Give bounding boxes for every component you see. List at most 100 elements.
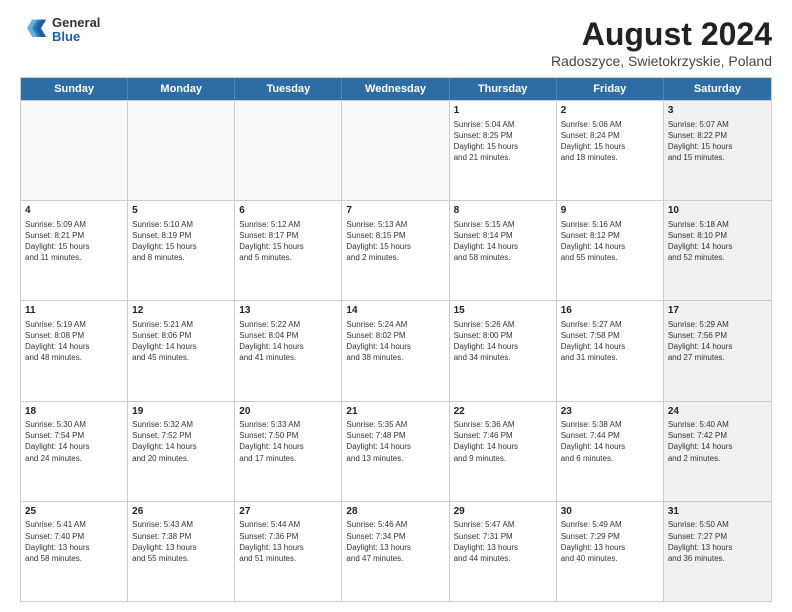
header-day-saturday: Saturday: [664, 78, 771, 100]
cal-cell-8: 8Sunrise: 5:15 AM Sunset: 8:14 PM Daylig…: [450, 201, 557, 300]
cal-cell-27: 27Sunrise: 5:44 AM Sunset: 7:36 PM Dayli…: [235, 502, 342, 601]
logo-line2: Blue: [52, 30, 100, 44]
cal-cell-28: 28Sunrise: 5:46 AM Sunset: 7:34 PM Dayli…: [342, 502, 449, 601]
cal-cell-2: 2Sunrise: 5:06 AM Sunset: 8:24 PM Daylig…: [557, 101, 664, 200]
cal-cell-17: 17Sunrise: 5:29 AM Sunset: 7:56 PM Dayli…: [664, 301, 771, 400]
header-day-monday: Monday: [128, 78, 235, 100]
day-info: Sunrise: 5:38 AM Sunset: 7:44 PM Dayligh…: [561, 419, 659, 464]
day-info: Sunrise: 5:10 AM Sunset: 8:19 PM Dayligh…: [132, 219, 230, 264]
day-number: 19: [132, 405, 230, 419]
cal-cell-1: 1Sunrise: 5:04 AM Sunset: 8:25 PM Daylig…: [450, 101, 557, 200]
day-number: 13: [239, 304, 337, 318]
cal-cell-14: 14Sunrise: 5:24 AM Sunset: 8:02 PM Dayli…: [342, 301, 449, 400]
day-number: 11: [25, 304, 123, 318]
day-info: Sunrise: 5:36 AM Sunset: 7:46 PM Dayligh…: [454, 419, 552, 464]
day-number: 25: [25, 505, 123, 519]
day-number: 12: [132, 304, 230, 318]
day-info: Sunrise: 5:27 AM Sunset: 7:58 PM Dayligh…: [561, 319, 659, 364]
cal-cell-13: 13Sunrise: 5:22 AM Sunset: 8:04 PM Dayli…: [235, 301, 342, 400]
day-number: 28: [346, 505, 444, 519]
cal-cell-empty-0-1: [128, 101, 235, 200]
day-info: Sunrise: 5:46 AM Sunset: 7:34 PM Dayligh…: [346, 519, 444, 564]
day-number: 17: [668, 304, 767, 318]
day-info: Sunrise: 5:33 AM Sunset: 7:50 PM Dayligh…: [239, 419, 337, 464]
day-number: 9: [561, 204, 659, 218]
header-day-friday: Friday: [557, 78, 664, 100]
cal-cell-31: 31Sunrise: 5:50 AM Sunset: 7:27 PM Dayli…: [664, 502, 771, 601]
day-number: 15: [454, 304, 552, 318]
day-info: Sunrise: 5:04 AM Sunset: 8:25 PM Dayligh…: [454, 119, 552, 164]
cal-cell-20: 20Sunrise: 5:33 AM Sunset: 7:50 PM Dayli…: [235, 402, 342, 501]
day-info: Sunrise: 5:06 AM Sunset: 8:24 PM Dayligh…: [561, 119, 659, 164]
cal-cell-19: 19Sunrise: 5:32 AM Sunset: 7:52 PM Dayli…: [128, 402, 235, 501]
cal-cell-empty-0-2: [235, 101, 342, 200]
cal-cell-24: 24Sunrise: 5:40 AM Sunset: 7:42 PM Dayli…: [664, 402, 771, 501]
header: General Blue August 2024 Radoszyce, Swie…: [20, 16, 772, 69]
day-number: 27: [239, 505, 337, 519]
calendar-row-3: 18Sunrise: 5:30 AM Sunset: 7:54 PM Dayli…: [21, 401, 771, 501]
cal-cell-9: 9Sunrise: 5:16 AM Sunset: 8:12 PM Daylig…: [557, 201, 664, 300]
logo: General Blue: [20, 16, 100, 45]
logo-line1: General: [52, 16, 100, 30]
day-number: 7: [346, 204, 444, 218]
day-number: 23: [561, 405, 659, 419]
cal-cell-11: 11Sunrise: 5:19 AM Sunset: 8:08 PM Dayli…: [21, 301, 128, 400]
day-number: 22: [454, 405, 552, 419]
title-block: August 2024 Radoszyce, Swietokrzyskie, P…: [551, 16, 772, 69]
day-number: 21: [346, 405, 444, 419]
cal-cell-7: 7Sunrise: 5:13 AM Sunset: 8:15 PM Daylig…: [342, 201, 449, 300]
day-info: Sunrise: 5:19 AM Sunset: 8:08 PM Dayligh…: [25, 319, 123, 364]
day-info: Sunrise: 5:41 AM Sunset: 7:40 PM Dayligh…: [25, 519, 123, 564]
day-info: Sunrise: 5:07 AM Sunset: 8:22 PM Dayligh…: [668, 119, 767, 164]
day-info: Sunrise: 5:22 AM Sunset: 8:04 PM Dayligh…: [239, 319, 337, 364]
day-number: 6: [239, 204, 337, 218]
calendar-header: SundayMondayTuesdayWednesdayThursdayFrid…: [21, 78, 771, 100]
day-number: 29: [454, 505, 552, 519]
cal-cell-10: 10Sunrise: 5:18 AM Sunset: 8:10 PM Dayli…: [664, 201, 771, 300]
cal-cell-3: 3Sunrise: 5:07 AM Sunset: 8:22 PM Daylig…: [664, 101, 771, 200]
cal-cell-21: 21Sunrise: 5:35 AM Sunset: 7:48 PM Dayli…: [342, 402, 449, 501]
day-info: Sunrise: 5:30 AM Sunset: 7:54 PM Dayligh…: [25, 419, 123, 464]
day-number: 18: [25, 405, 123, 419]
day-number: 3: [668, 104, 767, 118]
page: General Blue August 2024 Radoszyce, Swie…: [0, 0, 792, 612]
calendar-body: 1Sunrise: 5:04 AM Sunset: 8:25 PM Daylig…: [21, 100, 771, 601]
cal-cell-empty-0-3: [342, 101, 449, 200]
calendar-row-0: 1Sunrise: 5:04 AM Sunset: 8:25 PM Daylig…: [21, 100, 771, 200]
cal-cell-15: 15Sunrise: 5:26 AM Sunset: 8:00 PM Dayli…: [450, 301, 557, 400]
day-info: Sunrise: 5:24 AM Sunset: 8:02 PM Dayligh…: [346, 319, 444, 364]
cal-cell-4: 4Sunrise: 5:09 AM Sunset: 8:21 PM Daylig…: [21, 201, 128, 300]
day-info: Sunrise: 5:50 AM Sunset: 7:27 PM Dayligh…: [668, 519, 767, 564]
cal-cell-6: 6Sunrise: 5:12 AM Sunset: 8:17 PM Daylig…: [235, 201, 342, 300]
day-number: 10: [668, 204, 767, 218]
cal-cell-22: 22Sunrise: 5:36 AM Sunset: 7:46 PM Dayli…: [450, 402, 557, 501]
cal-cell-23: 23Sunrise: 5:38 AM Sunset: 7:44 PM Dayli…: [557, 402, 664, 501]
day-info: Sunrise: 5:40 AM Sunset: 7:42 PM Dayligh…: [668, 419, 767, 464]
subtitle: Radoszyce, Swietokrzyskie, Poland: [551, 53, 772, 69]
header-day-tuesday: Tuesday: [235, 78, 342, 100]
day-info: Sunrise: 5:13 AM Sunset: 8:15 PM Dayligh…: [346, 219, 444, 264]
day-info: Sunrise: 5:09 AM Sunset: 8:21 PM Dayligh…: [25, 219, 123, 264]
day-info: Sunrise: 5:49 AM Sunset: 7:29 PM Dayligh…: [561, 519, 659, 564]
day-number: 8: [454, 204, 552, 218]
day-info: Sunrise: 5:43 AM Sunset: 7:38 PM Dayligh…: [132, 519, 230, 564]
cal-cell-25: 25Sunrise: 5:41 AM Sunset: 7:40 PM Dayli…: [21, 502, 128, 601]
calendar-row-1: 4Sunrise: 5:09 AM Sunset: 8:21 PM Daylig…: [21, 200, 771, 300]
day-number: 16: [561, 304, 659, 318]
day-info: Sunrise: 5:16 AM Sunset: 8:12 PM Dayligh…: [561, 219, 659, 264]
header-day-thursday: Thursday: [450, 78, 557, 100]
main-title: August 2024: [551, 16, 772, 53]
header-day-wednesday: Wednesday: [342, 78, 449, 100]
day-info: Sunrise: 5:44 AM Sunset: 7:36 PM Dayligh…: [239, 519, 337, 564]
cal-cell-16: 16Sunrise: 5:27 AM Sunset: 7:58 PM Dayli…: [557, 301, 664, 400]
day-info: Sunrise: 5:32 AM Sunset: 7:52 PM Dayligh…: [132, 419, 230, 464]
day-number: 14: [346, 304, 444, 318]
cal-cell-empty-0-0: [21, 101, 128, 200]
day-number: 26: [132, 505, 230, 519]
day-info: Sunrise: 5:29 AM Sunset: 7:56 PM Dayligh…: [668, 319, 767, 364]
day-number: 1: [454, 104, 552, 118]
day-number: 31: [668, 505, 767, 519]
cal-cell-29: 29Sunrise: 5:47 AM Sunset: 7:31 PM Dayli…: [450, 502, 557, 601]
day-number: 5: [132, 204, 230, 218]
cal-cell-30: 30Sunrise: 5:49 AM Sunset: 7:29 PM Dayli…: [557, 502, 664, 601]
